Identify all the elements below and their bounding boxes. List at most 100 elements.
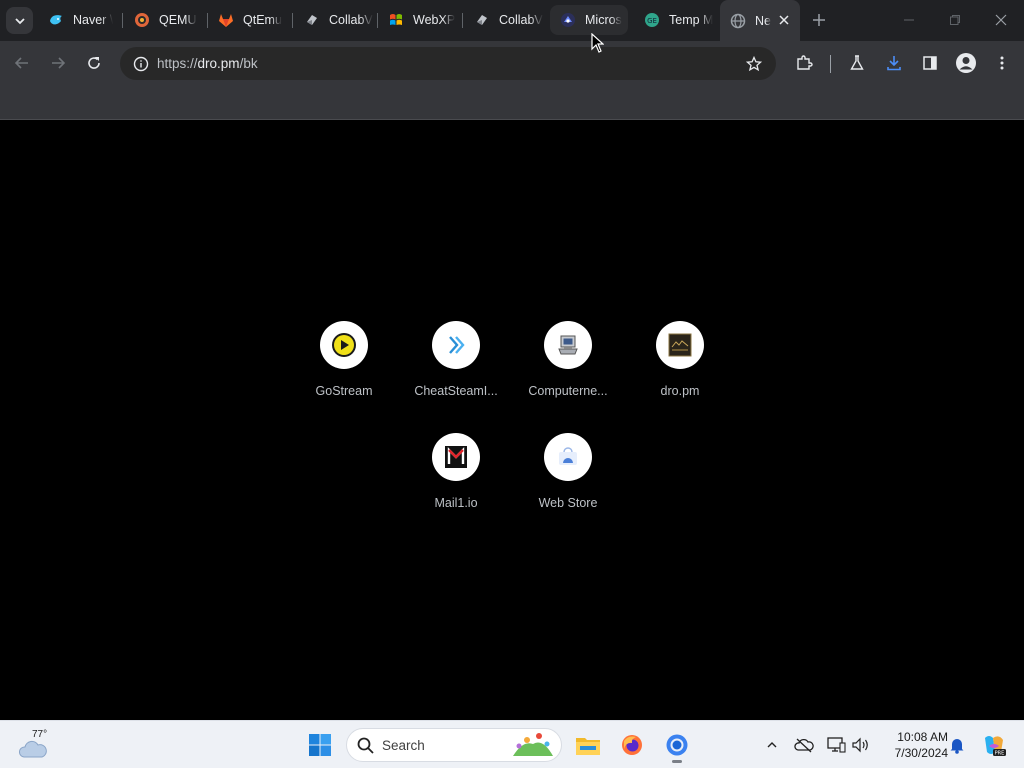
double-chevron-icon (432, 321, 480, 369)
notifications-button[interactable] (945, 733, 969, 757)
shortcut-gostream[interactable]: GoStream (288, 321, 400, 425)
url-text[interactable]: https://dro.pm/bk (157, 56, 258, 71)
avatar-icon (956, 53, 976, 73)
tab-title: Micros (585, 13, 622, 27)
url-scheme: https:// (157, 56, 198, 71)
arrow-left-icon (14, 57, 28, 69)
copilot-icon: PRE (985, 736, 1006, 757)
url-host: dro.pm (197, 56, 240, 71)
chrome-icon (666, 734, 688, 756)
menu-button[interactable] (988, 49, 1016, 77)
gostream-icon (320, 321, 368, 369)
svg-text:PRE: PRE (995, 751, 1005, 757)
shortcut-cheatsteam[interactable]: CheatSteamI... (400, 321, 512, 425)
tab-title: WebXP (413, 13, 456, 27)
web-store-icon (544, 433, 592, 481)
reload-icon (88, 57, 100, 69)
weather-widget[interactable]: 77° (16, 727, 56, 763)
puzzle-icon (797, 55, 813, 70)
new-tab-button[interactable] (808, 9, 830, 31)
plus-icon (813, 14, 825, 26)
tab-naver[interactable]: Naver \ (38, 5, 118, 35)
firefox-icon (622, 735, 642, 755)
profile-button[interactable] (952, 49, 980, 77)
tab-temp-mail[interactable]: GE Temp M (634, 5, 714, 35)
tab-collabvm-2[interactable]: CollabV (464, 5, 544, 35)
network-button[interactable] (824, 733, 848, 757)
labs-button[interactable] (843, 49, 871, 77)
tab-collabvm-1[interactable]: CollabV (294, 5, 374, 35)
collabvm-icon (474, 12, 490, 28)
tab-microsoft[interactable]: Micros (550, 5, 628, 35)
close-icon (779, 15, 789, 25)
minimize-icon (904, 19, 914, 21)
temp-mail-icon: GE (644, 12, 660, 28)
address-bar[interactable]: https://dro.pm/bk (120, 47, 776, 80)
taskbar: 77° Search 10:08 AM 7/30/2024 PRE (0, 720, 1024, 768)
shortcut-mail1[interactable]: Mail1.io (400, 433, 512, 537)
file-explorer-button[interactable] (570, 727, 606, 763)
close-window-button[interactable] (978, 0, 1024, 40)
tab-qtemu[interactable]: QtEmu (208, 5, 292, 35)
qemu-icon (134, 12, 150, 28)
reload-button[interactable] (80, 49, 108, 77)
start-button[interactable] (302, 727, 338, 763)
firefox-button[interactable] (614, 727, 650, 763)
tab-title: CollabV (499, 13, 543, 27)
tab-separator (122, 13, 123, 28)
restore-button[interactable] (932, 0, 978, 40)
shortcut-web-store[interactable]: Web Store (512, 433, 624, 537)
taskbar-search-box[interactable]: Search (346, 728, 562, 762)
minimize-button[interactable] (886, 0, 932, 40)
toolbar-separator (830, 55, 831, 73)
tab-webxp[interactable]: WebXP (378, 5, 462, 35)
onedrive-button[interactable] (792, 733, 816, 757)
shortcut-dro-pm[interactable]: dro.pm (624, 321, 736, 425)
tab-search-button[interactable] (6, 7, 33, 34)
show-hidden-icons-button[interactable] (760, 733, 784, 757)
copilot-button[interactable]: PRE (980, 731, 1008, 759)
gitlab-icon (218, 12, 234, 28)
mail1-icon (432, 433, 480, 481)
tab-separator (462, 13, 463, 28)
browser-window: Naver \ QEMU QtEmu CollabV WebXP CollabV… (0, 0, 1024, 768)
tab-close-button[interactable] (776, 12, 792, 28)
star-icon (746, 56, 762, 72)
search-placeholder: Search (382, 738, 425, 753)
back-button[interactable] (8, 49, 36, 77)
shortcut-computernewb[interactable]: Computerne... (512, 321, 624, 425)
mouse-cursor-icon (591, 33, 604, 53)
network-icon (827, 737, 846, 753)
tab-separator (292, 13, 293, 28)
running-indicator (672, 760, 682, 763)
downloads-button[interactable] (880, 49, 908, 77)
chevron-down-icon (14, 17, 25, 24)
speaker-icon (852, 737, 868, 753)
naver-whale-icon (48, 12, 64, 28)
search-highlight-icon (513, 733, 553, 756)
shortcut-label: dro.pm (660, 384, 700, 398)
shortcut-label: Computerne... (528, 384, 608, 398)
url-path: /bk (239, 56, 258, 71)
tab-title: QtEmu (243, 13, 282, 27)
collabvm-icon (304, 12, 320, 28)
volume-button[interactable] (849, 733, 873, 757)
bookmarks-bar (0, 85, 1024, 120)
tab-new-tab-active[interactable]: Ne (720, 0, 800, 41)
bookmark-star-button[interactable] (741, 51, 767, 77)
site-info-button[interactable] (128, 51, 154, 77)
folder-icon (576, 738, 600, 755)
microsoft-icon (560, 12, 576, 28)
clock[interactable]: 10:08 AM 7/30/2024 (880, 729, 948, 761)
clock-time: 10:08 AM (897, 730, 948, 744)
chrome-button[interactable] (659, 727, 695, 763)
tab-title: Ne (755, 13, 771, 28)
extensions-button[interactable] (790, 49, 818, 77)
flask-icon (850, 55, 864, 70)
forward-button[interactable] (44, 49, 72, 77)
tab-qemu[interactable]: QEMU (124, 5, 204, 35)
search-icon (357, 737, 374, 754)
more-vertical-icon (1000, 56, 1004, 70)
bell-icon (950, 739, 964, 754)
side-panel-button[interactable] (916, 49, 944, 77)
